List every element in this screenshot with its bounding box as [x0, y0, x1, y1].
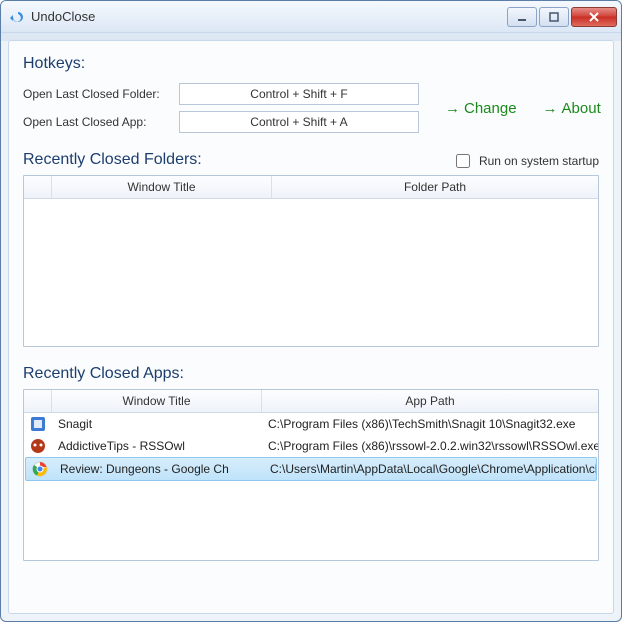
folders-col-title[interactable]: Window Title — [52, 176, 272, 198]
startup-label: Run on system startup — [479, 154, 599, 168]
window-controls — [507, 7, 617, 27]
apps-row[interactable]: SnagitC:\Program Files (x86)\TechSmith\S… — [24, 413, 598, 435]
maximize-button[interactable] — [539, 7, 569, 27]
hotkeys-grid: Open Last Closed Folder: → Change → Abou… — [23, 83, 599, 133]
change-link[interactable]: → Change — [445, 100, 517, 117]
window-title: UndoClose — [31, 9, 507, 24]
apps-col-path[interactable]: App Path — [262, 390, 598, 412]
about-link-label: About — [562, 100, 601, 117]
hotkey-app-input[interactable] — [179, 111, 419, 133]
change-link-label: Change — [464, 100, 517, 117]
apps-headers: Window Title App Path — [24, 390, 598, 413]
apps-row-path: C:\Program Files (x86)\TechSmith\Snagit … — [262, 417, 598, 431]
hotkey-folder-label: Open Last Closed Folder: — [23, 87, 173, 101]
chrome-icon — [26, 461, 54, 477]
arrow-right-icon: → — [445, 100, 460, 117]
hotkeys-heading: Hotkeys: — [23, 55, 599, 73]
apps-row[interactable]: Review: Dungeons - Google ChC:\Users\Mar… — [25, 457, 597, 481]
folders-list[interactable]: Window Title Folder Path — [23, 175, 599, 347]
apps-row-title: Review: Dungeons - Google Ch — [54, 462, 264, 476]
apps-row[interactable]: AddictiveTips - RSSOwlC:\Program Files (… — [24, 435, 598, 457]
folders-heading: Recently Closed Folders: — [23, 151, 202, 169]
folders-headers: Window Title Folder Path — [24, 176, 598, 199]
close-button[interactable] — [571, 7, 617, 27]
apps-col-icon[interactable] — [24, 390, 52, 412]
titlebar[interactable]: UndoClose — [1, 1, 621, 33]
apps-row-path: C:\Users\Martin\AppData\Local\Google\Chr… — [264, 462, 596, 476]
startup-checkbox[interactable] — [456, 154, 470, 168]
app-icon — [9, 9, 25, 25]
apps-row-title: Snagit — [52, 417, 262, 431]
apps-rows: SnagitC:\Program Files (x86)\TechSmith\S… — [24, 413, 598, 481]
hotkey-app-label: Open Last Closed App: — [23, 115, 173, 129]
folders-col-icon[interactable] — [24, 176, 52, 198]
apps-row-path: C:\Program Files (x86)\rssowl-2.0.2.win3… — [262, 439, 598, 453]
hotkey-folder-input[interactable] — [179, 83, 419, 105]
folders-col-path[interactable]: Folder Path — [272, 176, 598, 198]
apps-row-title: AddictiveTips - RSSOwl — [52, 439, 262, 453]
apps-col-title[interactable]: Window Title — [52, 390, 262, 412]
minimize-button[interactable] — [507, 7, 537, 27]
startup-toggle[interactable]: Run on system startup — [452, 151, 599, 171]
apps-heading: Recently Closed Apps: — [23, 365, 599, 383]
rssowl-icon — [24, 438, 52, 454]
apps-list[interactable]: Window Title App Path SnagitC:\Program F… — [23, 389, 599, 561]
arrow-right-icon: → — [543, 100, 558, 117]
side-links: → Change → About — [425, 100, 601, 117]
app-window: UndoClose Hotkeys: Open Last Closed Fold… — [0, 0, 622, 622]
snagit-icon — [24, 416, 52, 432]
client-area: Hotkeys: Open Last Closed Folder: → Chan… — [8, 40, 614, 614]
about-link[interactable]: → About — [543, 100, 601, 117]
